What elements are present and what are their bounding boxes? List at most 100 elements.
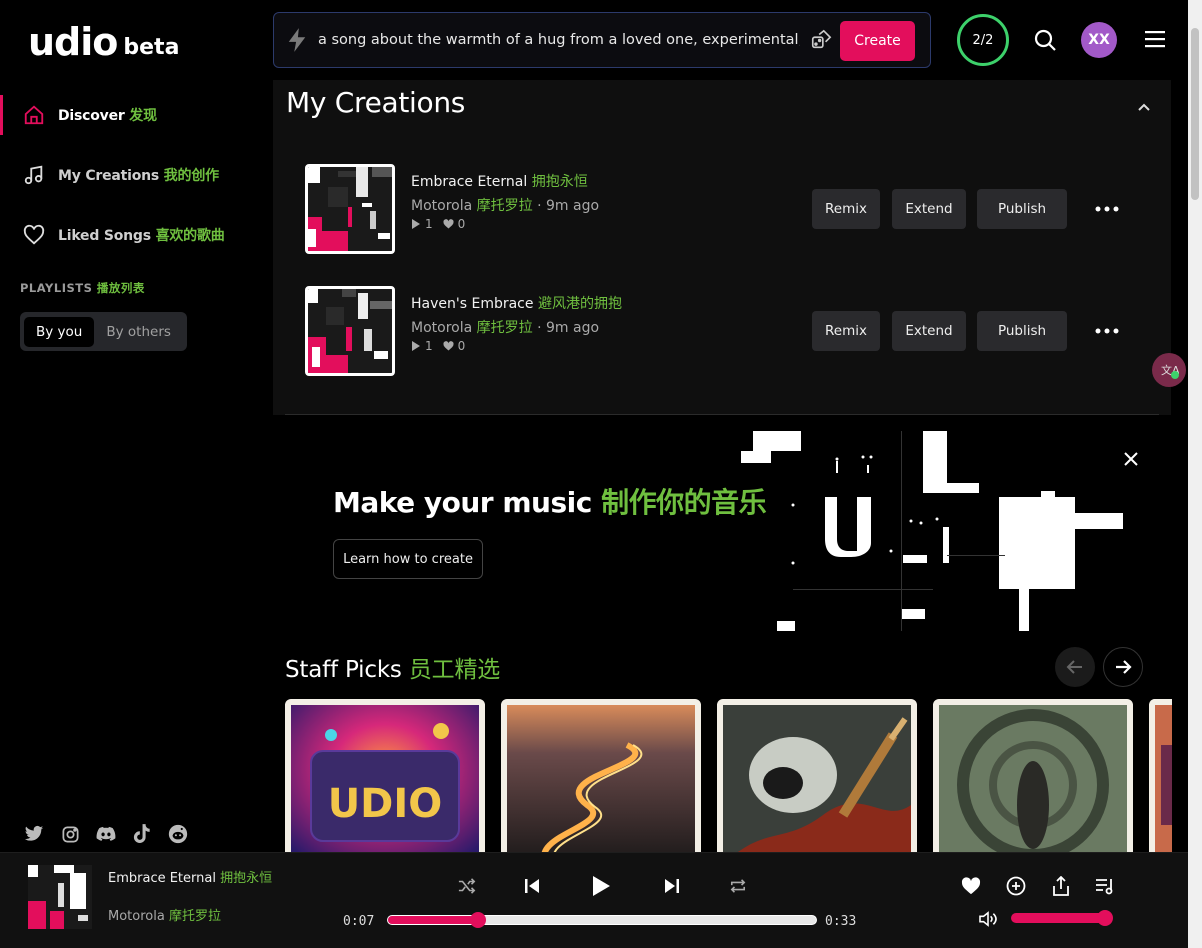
like-count: 0	[457, 339, 466, 353]
staff-pick-card[interactable]: UDIO	[285, 699, 485, 852]
track-row[interactable]: Haven's Embrace 避风港的拥抱 Motorola 摩托罗拉 · 9…	[305, 286, 1135, 376]
publish-button[interactable]: Publish	[977, 311, 1067, 351]
previous-button[interactable]	[519, 873, 545, 899]
random-dice-icon[interactable]	[810, 29, 832, 51]
staff-picks-title-cn: 员工精选	[408, 657, 501, 683]
plus-circle-icon	[1006, 876, 1026, 896]
track-cover[interactable]	[305, 164, 395, 254]
remix-button[interactable]: Remix	[812, 189, 880, 229]
credits-indicator[interactable]: 2/2	[957, 14, 1009, 66]
banner-title: Make your music 制作你的音乐	[333, 481, 767, 521]
shuffle-icon	[458, 878, 476, 894]
sidebar-item-my-creations[interactable]: My Creations 我的创作	[0, 155, 273, 195]
playlist-filter-toggle: By you By others	[20, 312, 187, 351]
elapsed-time: 0:07	[343, 914, 375, 929]
now-playing-artist[interactable]: Motorola	[108, 909, 165, 924]
sidebar-item-liked-songs[interactable]: Liked Songs 喜欢的歌曲	[0, 215, 273, 255]
close-icon[interactable]	[1123, 451, 1139, 467]
prompt-input[interactable]: a song about the warmth of a hug from a …	[273, 12, 931, 68]
by-others-tab[interactable]: By others	[94, 317, 183, 347]
banner-title-text: Make your music	[333, 486, 592, 519]
staff-picks-title: Staff Picks 员工精选	[285, 650, 500, 684]
svg-text:UDIO: UDIO	[328, 781, 443, 827]
section-divider	[285, 414, 1159, 415]
track-cover[interactable]	[305, 286, 395, 376]
section-title: My Creations	[286, 86, 466, 119]
home-icon	[22, 103, 46, 127]
avatar[interactable]: XX	[1081, 22, 1117, 58]
track-title[interactable]: Haven's Embrace	[411, 296, 534, 312]
search-icon[interactable]	[1033, 28, 1057, 52]
more-options-icon[interactable]	[1095, 202, 1119, 216]
sidebar-item-label-cn: 发现	[129, 108, 157, 124]
twitter-icon[interactable]	[24, 824, 44, 844]
instagram-icon[interactable]	[60, 824, 80, 844]
by-you-tab[interactable]: By you	[24, 316, 95, 347]
staff-pick-card[interactable]	[501, 699, 701, 852]
more-options-icon[interactable]	[1095, 324, 1119, 338]
add-to-playlist-button[interactable]	[1003, 873, 1029, 899]
volume-icon	[979, 911, 997, 927]
play-count-icon	[412, 219, 420, 229]
track-stats: 1 0	[411, 339, 465, 353]
track-artist[interactable]: Motorola	[411, 320, 472, 336]
skip-back-icon	[525, 879, 539, 893]
tiktok-icon[interactable]	[132, 824, 152, 844]
staff-pick-artwork	[939, 705, 1127, 852]
sidebar-item-label-cn: 喜欢的歌曲	[155, 228, 225, 244]
track-artist[interactable]: Motorola	[411, 198, 472, 214]
remix-button[interactable]: Remix	[812, 311, 880, 351]
like-button[interactable]	[958, 873, 984, 899]
track-title-cn: 避风港的拥抱	[537, 296, 622, 312]
publish-button[interactable]: Publish	[977, 189, 1067, 229]
reddit-icon[interactable]	[168, 824, 188, 844]
progress-handle[interactable]	[469, 912, 486, 928]
volume-slider[interactable]	[1011, 910, 1113, 926]
carousel-prev-button[interactable]	[1055, 647, 1095, 687]
now-playing-title[interactable]: Embrace Eternal	[108, 871, 216, 886]
player-bar: Embrace Eternal 拥抱永恒 Motorola 摩托罗拉 0:07 …	[0, 852, 1188, 948]
social-links	[24, 824, 188, 844]
staff-pick-card[interactable]	[1149, 699, 1172, 852]
repeat-button[interactable]	[725, 873, 751, 899]
staff-pick-artwork	[723, 705, 911, 852]
track-artist-cn: 摩托罗拉	[476, 320, 533, 336]
track-title[interactable]: Embrace Eternal	[411, 174, 527, 190]
track-title-cn: 拥抱永恒	[531, 174, 588, 190]
now-playing-cover[interactable]	[28, 865, 92, 929]
udio-logo[interactable]: udio beta	[28, 23, 179, 61]
discord-icon[interactable]	[96, 824, 116, 844]
skip-forward-icon	[665, 879, 679, 893]
learn-how-to-create-button[interactable]: Learn how to create	[333, 539, 483, 579]
translate-button[interactable]: 文A	[1152, 353, 1186, 387]
arrow-left-icon	[1066, 660, 1082, 674]
staff-pick-card[interactable]	[717, 699, 917, 852]
extend-button[interactable]: Extend	[892, 311, 966, 351]
chevron-up-icon[interactable]	[1137, 100, 1151, 114]
play-button[interactable]	[587, 872, 615, 900]
share-button[interactable]	[1048, 873, 1074, 899]
sidebar: udio beta Discover 发现 My Creations 我的创作 …	[0, 0, 273, 852]
track-row[interactable]: Embrace Eternal 拥抱永恒 Motorola 摩托罗拉 · 9m …	[305, 164, 1135, 254]
translate-icon: 文A	[1161, 363, 1179, 379]
volume-button[interactable]	[975, 906, 1001, 932]
create-button[interactable]: Create	[840, 21, 915, 61]
prompt-text[interactable]: a song about the warmth of a hug from a …	[318, 32, 800, 48]
page-scrollbar[interactable]	[1188, 0, 1202, 948]
carousel-next-button[interactable]	[1103, 647, 1143, 687]
staff-pick-card[interactable]	[933, 699, 1133, 852]
extend-button[interactable]: Extend	[892, 189, 966, 229]
arrow-right-icon	[1116, 660, 1132, 674]
next-button[interactable]	[659, 873, 685, 899]
hamburger-menu-icon[interactable]	[1145, 30, 1165, 48]
sidebar-item-discover[interactable]: Discover 发现	[0, 95, 273, 135]
staff-picks-title-text: Staff Picks	[285, 657, 402, 683]
sidebar-item-label: Discover	[58, 108, 125, 124]
progress-bar[interactable]	[387, 912, 817, 928]
track-age: 9m ago	[546, 198, 600, 214]
lightning-icon	[288, 28, 306, 52]
shuffle-button[interactable]	[454, 873, 480, 899]
scrollbar-thumb[interactable]	[1191, 28, 1199, 200]
queue-button[interactable]	[1092, 873, 1118, 899]
volume-handle[interactable]	[1097, 910, 1113, 926]
